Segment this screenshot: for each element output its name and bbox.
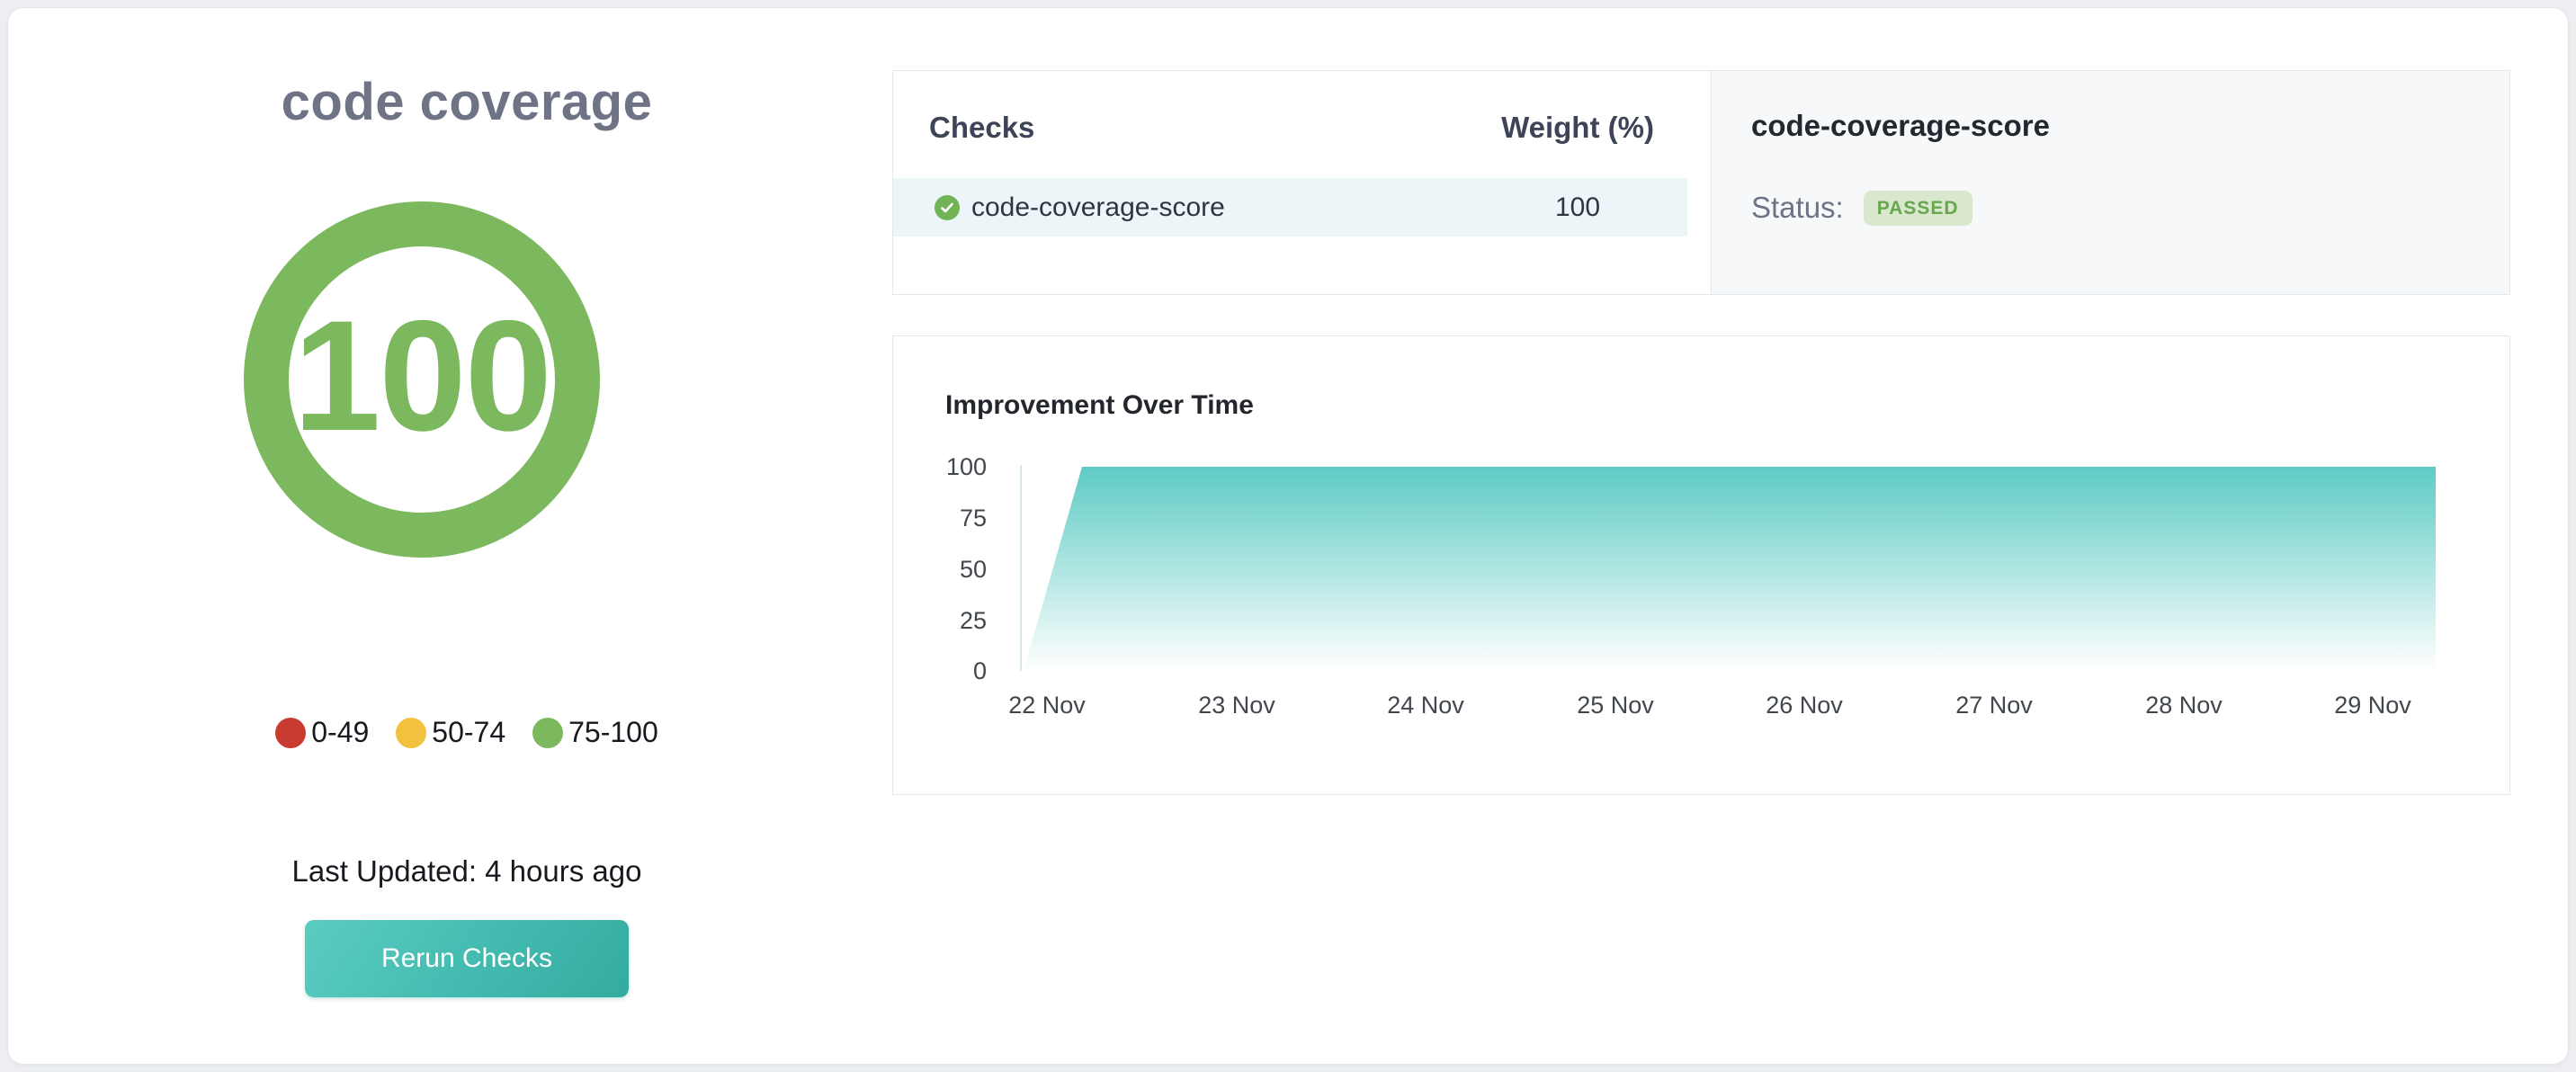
check-weight-value: 100 bbox=[1443, 192, 1713, 223]
x-tick-label: 28 Nov bbox=[2121, 691, 2247, 719]
checks-column-header: Checks bbox=[929, 111, 1034, 145]
check-name: code-coverage-score bbox=[971, 192, 1225, 223]
x-tick-label: 27 Nov bbox=[1931, 691, 2057, 719]
legend-item-mid: 50-74 bbox=[396, 716, 505, 749]
checks-card: Checks Weight (%) code-coverage-score 10… bbox=[892, 70, 1712, 295]
y-tick-label: 50 bbox=[893, 554, 987, 585]
legend-label: 0-49 bbox=[311, 716, 369, 749]
table-row-code-coverage-score[interactable]: code-coverage-score 100 bbox=[893, 178, 1687, 237]
page-title: code coverage bbox=[197, 72, 737, 132]
improvement-chart-card: Improvement Over Time 100 75 50 25 0 22 … bbox=[892, 335, 2510, 795]
x-tick-label: 25 Nov bbox=[1552, 691, 1678, 719]
check-detail-card: code-coverage-score Status: PASSED bbox=[1712, 70, 2510, 295]
legend-label: 50-74 bbox=[432, 716, 505, 749]
x-tick-label: 24 Nov bbox=[1363, 691, 1489, 719]
area-fill bbox=[1024, 467, 2436, 671]
code-coverage-dashboard: code coverage 100 0-49 50-74 75-100 Last… bbox=[0, 0, 2576, 1072]
improvement-area-chart bbox=[893, 336, 2511, 796]
green-dot-icon bbox=[532, 718, 563, 748]
x-tick-label: 29 Nov bbox=[2310, 691, 2436, 719]
yellow-dot-icon bbox=[396, 718, 426, 748]
y-tick-label: 0 bbox=[893, 656, 987, 686]
red-dot-icon bbox=[275, 718, 306, 748]
x-tick-label: 22 Nov bbox=[984, 691, 1110, 719]
check-circle-icon bbox=[935, 195, 960, 220]
legend-item-high: 75-100 bbox=[532, 716, 658, 749]
legend-label: 75-100 bbox=[568, 716, 658, 749]
check-detail-title: code-coverage-score bbox=[1751, 109, 2050, 143]
legend-item-low: 0-49 bbox=[275, 716, 369, 749]
y-tick-label: 25 bbox=[893, 605, 987, 636]
weight-column-header: Weight (%) bbox=[1443, 111, 1713, 145]
status-line: Status: PASSED bbox=[1751, 189, 1972, 227]
last-updated-text: Last Updated: 4 hours ago bbox=[197, 854, 737, 889]
y-tick-label: 100 bbox=[893, 451, 987, 482]
score-value: 100 bbox=[293, 298, 550, 462]
score-legend: 0-49 50-74 75-100 bbox=[197, 716, 737, 749]
y-tick-label: 75 bbox=[893, 503, 987, 533]
score-gauge: 100 bbox=[244, 201, 600, 558]
status-label: Status: bbox=[1751, 191, 1844, 225]
x-tick-label: 23 Nov bbox=[1174, 691, 1300, 719]
x-tick-label: 26 Nov bbox=[1741, 691, 1867, 719]
status-badge: PASSED bbox=[1864, 191, 1972, 226]
rerun-checks-button[interactable]: Rerun Checks bbox=[305, 920, 629, 997]
